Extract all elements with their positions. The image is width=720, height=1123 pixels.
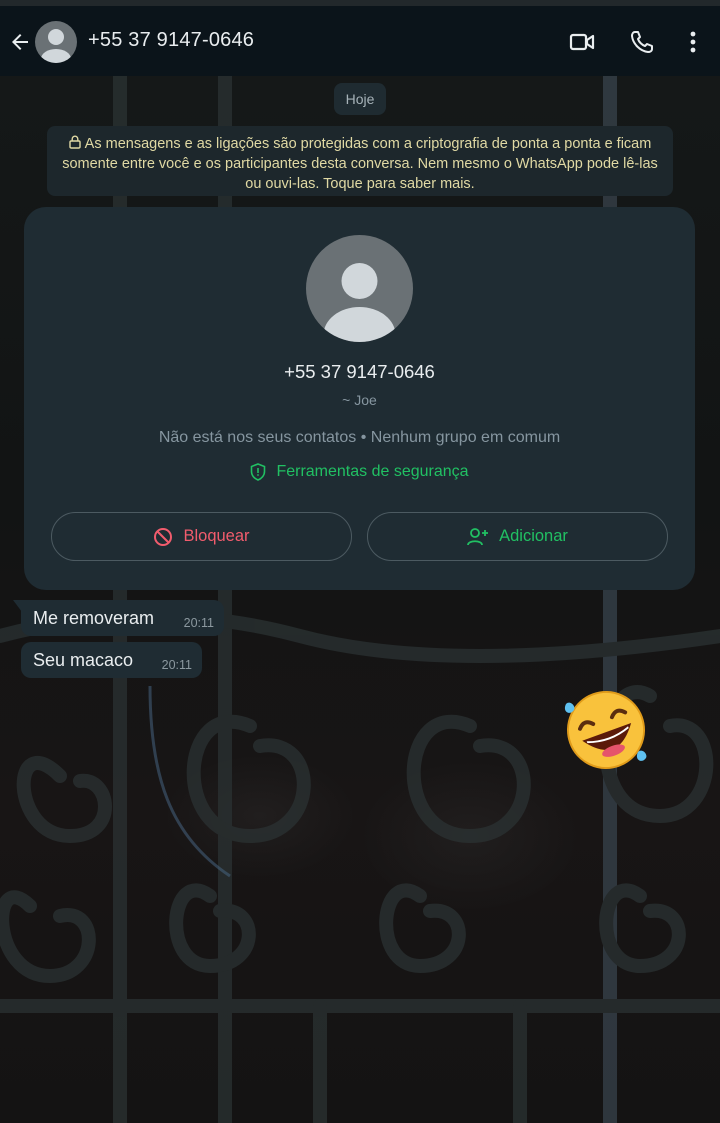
contact-title[interactable]: +55 37 9147-0646 — [88, 29, 254, 52]
shield-icon — [251, 463, 266, 481]
block-icon — [154, 527, 173, 546]
rofl-emoji-icon[interactable] — [560, 686, 652, 774]
message-bubble[interactable]: Seu macaco 20:11 — [21, 642, 202, 678]
avatar[interactable] — [35, 21, 77, 63]
default-avatar-icon — [323, 263, 396, 342]
voice-call-icon[interactable] — [628, 28, 656, 56]
safety-tools-link[interactable]: Ferramentas de segurança — [24, 463, 695, 481]
lock-icon — [68, 135, 81, 149]
video-call-icon[interactable] — [568, 28, 596, 56]
safety-tools-label: Ferramentas de segurança — [276, 463, 469, 480]
chat-header: +55 37 9147-0646 — [0, 6, 720, 76]
block-button[interactable]: Bloquear — [51, 512, 352, 561]
encryption-notice-text: As mensagens e as ligações são protegida… — [62, 136, 658, 192]
message-text: Seu macaco — [33, 650, 134, 670]
message-text: Me removeram — [33, 608, 155, 628]
add-person-icon — [467, 527, 489, 545]
default-avatar-icon — [41, 29, 71, 63]
message-time: 20:11 — [161, 658, 192, 672]
contact-subtitle: Não está nos seus contatos • Nenhum grup… — [158, 429, 561, 446]
add-contact-button[interactable]: Adicionar — [367, 512, 668, 561]
add-contact-label: Adicionar — [499, 527, 568, 545]
encryption-notice[interactable]: As mensagens e as ligações são protegida… — [47, 126, 673, 196]
more-options-icon[interactable] — [679, 28, 707, 56]
message-time: 20:11 — [183, 616, 214, 630]
block-label: Bloquear — [183, 527, 250, 545]
unknown-contact-card: +55 37 9147-0646 ~ Joe Não está nos seus… — [24, 207, 695, 590]
contact-avatar — [306, 235, 413, 342]
contact-push-name: ~ Joe — [342, 392, 377, 408]
message-bubble[interactable]: Me removeram 20:11 — [21, 600, 224, 636]
contact-phone: +55 37 9147-0646 — [284, 361, 435, 382]
date-chip: Hoje — [334, 83, 386, 115]
arrow-left-icon[interactable] — [8, 30, 32, 54]
